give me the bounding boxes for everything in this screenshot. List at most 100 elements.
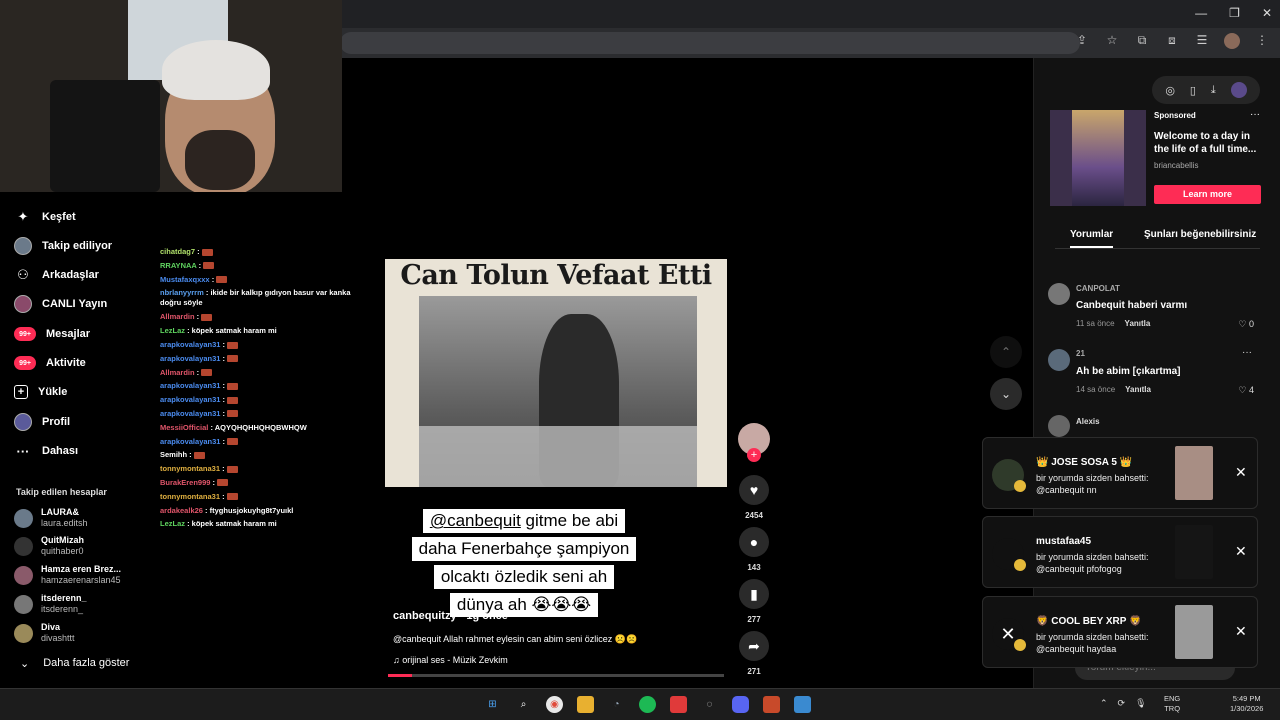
notification-body: bir yorumda sizden bahsetti: @canbequit … [1036,473,1149,495]
ad-thumbnail[interactable] [1050,110,1146,206]
chat-username: arapkovalayan31 [160,381,221,391]
notification-toast[interactable]: mustafaa45 bir yorumda sizden bahsetti: … [982,516,1258,588]
sidebar-item-label: CANLI Yayın [42,298,108,310]
video-sound[interactable]: ♫ orijinal ses - Müzik Zevkim [393,655,508,665]
file-explorer-icon[interactable] [577,696,594,713]
ad-more-icon[interactable]: ··· [1250,109,1260,120]
avatar [14,508,33,528]
sidebar-item-more[interactable]: ··· Dahası [14,441,79,461]
show-more-button[interactable]: ⌄ Daha fazla göster [20,657,129,670]
browser-menu-icon[interactable]: ⋮ [1254,33,1270,49]
tab-you-may-like[interactable]: Şunları beğenebilirsiniz [1144,229,1256,240]
discord-icon[interactable] [732,696,749,713]
bookmark-icon: ▮ [750,585,758,602]
sidebar-item-friends[interactable]: ⚇ Arkadaşlar [14,265,99,285]
sidebar-item-messages[interactable]: 99+ Mesajlar [14,324,90,344]
extensions-icon[interactable]: ⧉ [1134,33,1150,49]
app-blue-icon[interactable] [794,696,811,713]
save-button[interactable]: ▮ [739,579,769,609]
download-icon[interactable]: ⤓ [1211,84,1216,97]
search-icon[interactable]: ⌕ [515,696,532,713]
video-frame[interactable]: Can Tolun Vefaat Etti [385,259,727,487]
notification-toast[interactable]: ✕ 🦁 COOL BEY XRP 🦁 bir yorumda sizden ba… [982,596,1258,668]
close-icon[interactable]: ✕ [1235,543,1247,560]
language-indicator[interactable]: ENG TRQ [1164,694,1180,714]
caption-text: gitme be abi [520,511,619,530]
avatar[interactable] [1048,349,1070,371]
followed-account[interactable]: Diva divashttt [14,622,75,644]
previous-video-button[interactable]: ⌃ [990,336,1022,368]
app-grid-icon[interactable] [763,696,780,713]
sidebar-item-upload[interactable]: + Yükle [14,382,67,402]
sidebar-item-activity[interactable]: 99+ Aktivite [14,353,86,373]
comment-like[interactable]: ♡ 4 [1238,385,1254,396]
like-button[interactable]: ♥ [739,475,769,505]
next-video-button[interactable]: ⌄ [990,378,1022,410]
tray-sync-icon[interactable]: ⟳ [1118,698,1126,709]
video-progress-bar[interactable] [388,674,724,677]
followed-name: Hamza eren Brez... [41,564,122,574]
microphone-icon[interactable]: 🎙 [1135,698,1146,709]
chat-message: arapkovalayan31 : [160,393,360,407]
sidebar-item-profile[interactable]: Profil [14,412,70,432]
taskbar-clock[interactable]: 5:49 PM 1/30/2026 [1230,694,1263,714]
app-red-icon[interactable] [670,696,687,713]
sidebar-item-live[interactable]: CANLI Yayın [14,294,107,314]
reply-button[interactable]: Yanıtla [1125,319,1151,328]
followed-account[interactable]: Hamza eren Brez... hamzaerenarslan45 [14,564,121,586]
notification-thumbnail [1175,446,1213,500]
avatar[interactable] [1048,415,1070,437]
follow-plus-icon[interactable]: + [747,448,761,462]
followed-account[interactable]: QuitMizah quithaber0 [14,535,84,557]
avatar[interactable] [1048,283,1070,305]
comment-more-icon[interactable]: ··· [1242,347,1252,358]
reply-button[interactable]: Yanıtla [1125,385,1151,394]
tab-search-icon[interactable]: ⧈ [1164,33,1180,49]
start-icon[interactable]: ⊞ [484,696,501,713]
install-app-icon[interactable]: ⇪ [1074,33,1090,49]
sidebar-item-explore[interactable]: ✦ Keşfet [14,207,76,227]
webcam-streamer-hat [162,40,270,100]
chat-message: arapkovalayan31 : [160,379,360,393]
device-icon[interactable]: ▯ [1190,84,1196,97]
coins-icon[interactable]: ◎ [1165,84,1175,97]
close-icon[interactable]: ✕ [1235,623,1247,640]
comment-user[interactable]: Alexis [1076,417,1100,426]
user-avatar[interactable] [1230,82,1247,98]
close-window-button[interactable]: ✕ [1262,6,1272,20]
share-button[interactable]: ➦ [739,631,769,661]
tab-comments[interactable]: Yorumlar [1070,229,1114,248]
notification-body: bir yorumda sizden bahsetti: @canbequit … [1036,552,1149,574]
spotify-icon[interactable] [639,696,656,713]
stream-chat-overlay: cihatdag7 : RRAYNAA : Mustafaxqxxx : nbrlan… [160,245,360,531]
followed-account[interactable]: itsderenn_ itsderenn_ [14,593,87,615]
comment-like[interactable]: ♡ 0 [1238,319,1254,330]
comment-button[interactable]: ● [739,527,769,557]
reading-list-icon[interactable]: ☰ [1194,33,1210,49]
followed-account[interactable]: LAURA& laura.editsh [14,507,88,529]
ad-title[interactable]: Welcome to a day in the life of a full t… [1154,130,1258,156]
comment-user[interactable]: CANPOLAT [1076,284,1120,293]
omnibox[interactable] [340,32,1080,54]
heart-icon: ♥ [749,482,759,498]
comment-meta: 11 sa önce Yanıtla [1076,319,1150,328]
chat-username: RRAYNAA [160,260,197,270]
share-count: 271 [747,667,761,676]
app-circle-icon[interactable]: ◌ [701,696,718,713]
notification-toast[interactable]: 👑 JOSE SOSA 5 👑 bir yorumda sizden bahse… [982,437,1258,509]
learn-more-button[interactable]: Learn more [1154,185,1261,204]
steam-icon[interactable]: ◔ [608,696,625,713]
sidebar-item-following[interactable]: Takip ediliyor [14,236,112,256]
newspaper-photo [419,296,697,487]
tray-chevron-icon[interactable]: ⌃ [1100,698,1108,709]
browser-profile-avatar[interactable] [1224,33,1240,49]
chrome-icon[interactable]: ◉ [546,696,563,713]
comment-user[interactable]: 21 [1076,349,1085,358]
minimize-button[interactable]: — [1195,6,1207,20]
sidebar-item-label: Aktivite [46,357,86,369]
video-author[interactable]: canbequitzy · 1g önce [393,610,508,622]
bookmark-star-icon[interactable]: ☆ [1104,33,1120,49]
maximize-button[interactable]: ❐ [1229,6,1240,20]
windows-taskbar: ⊞ ⌕ ◉ ◔ ◌ ⌃ ⟳ 🎙 ENG TRQ 5:49 PM 1/30/202… [0,688,1280,720]
close-icon[interactable]: ✕ [1235,464,1247,481]
